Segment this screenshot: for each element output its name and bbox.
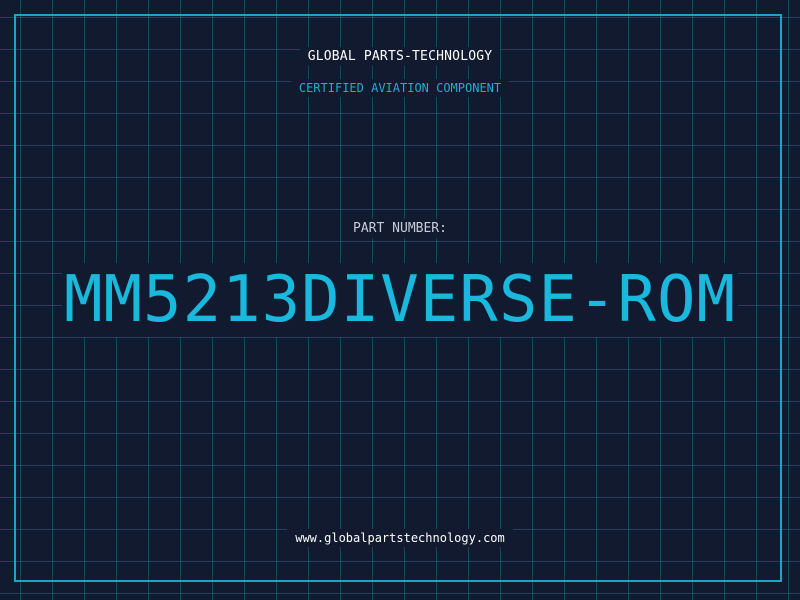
part-number-text: MM5213DIVERSE-ROM	[61, 263, 739, 337]
website-url: www.globalpartstechnology.com	[0, 529, 800, 547]
brand-subtitle: CERTIFIED AVIATION COMPONENT	[0, 79, 800, 97]
brand-title: GLOBAL PARTS-TECHNOLOGY	[0, 47, 800, 66]
website-url-text: www.globalpartstechnology.com	[287, 529, 513, 547]
part-card: GLOBAL PARTS-TECHNOLOGY CERTIFIED AVIATI…	[0, 0, 800, 600]
part-number-label-text: PART NUMBER:	[345, 219, 455, 238]
brand-subtitle-text: CERTIFIED AVIATION COMPONENT	[290, 79, 510, 97]
part-number: MM5213DIVERSE-ROM	[0, 260, 800, 340]
part-number-label: PART NUMBER:	[0, 219, 800, 238]
brand-title-text: GLOBAL PARTS-TECHNOLOGY	[299, 47, 501, 66]
